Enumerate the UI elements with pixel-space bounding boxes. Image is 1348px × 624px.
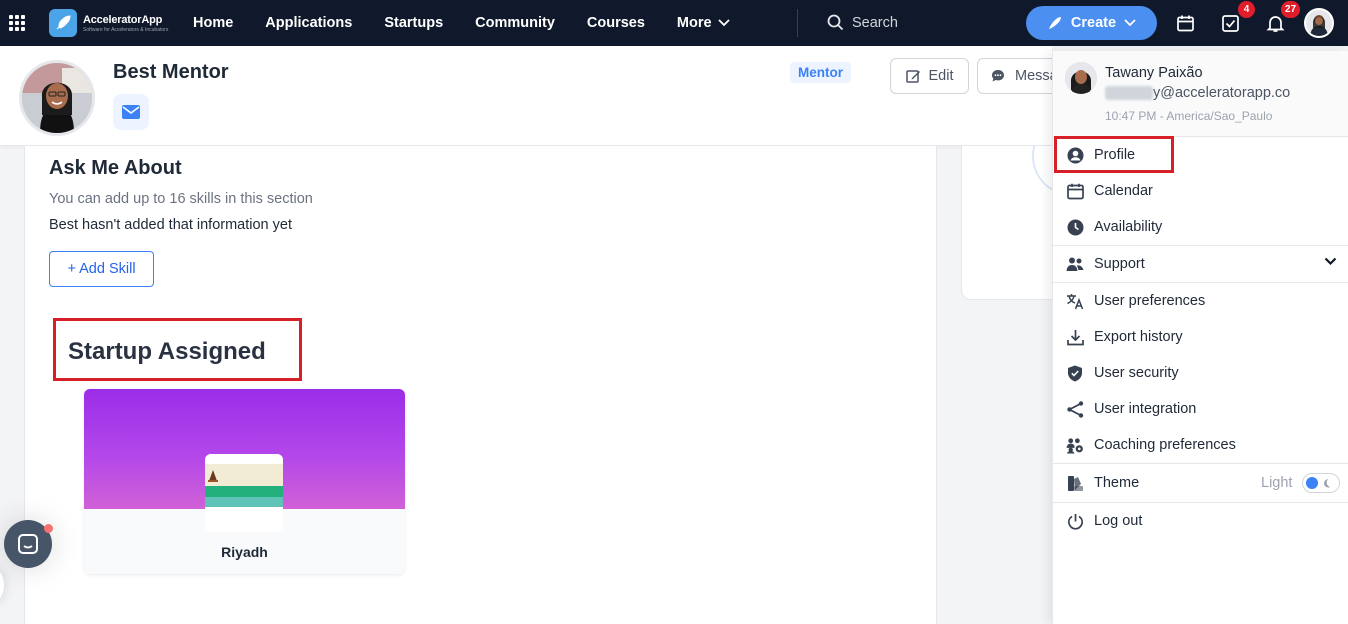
menu-item-label: Export history xyxy=(1094,329,1183,345)
email-button[interactable] xyxy=(113,94,149,130)
ask-me-about-subtitle: You can add up to 16 skills in this sect… xyxy=(49,191,313,207)
edit-icon xyxy=(905,69,920,83)
checkbox-icon xyxy=(1221,14,1239,32)
search-label: Search xyxy=(852,14,898,31)
nav-links: Home Applications Startups Community Cou… xyxy=(193,0,762,46)
dropdown-email-suffix: y@acceleratorapp.co xyxy=(1153,85,1291,101)
chat-unread-dot xyxy=(44,524,53,533)
download-icon xyxy=(1066,328,1084,346)
menu-item-user-integration[interactable]: User integration xyxy=(1053,391,1348,427)
tasks-badge: 4 xyxy=(1238,1,1255,18)
rocket-icon xyxy=(1048,17,1061,29)
edit-label: Edit xyxy=(928,68,954,84)
side-card xyxy=(961,146,1061,300)
menu-item-label: Theme xyxy=(1094,475,1140,491)
profile-highlight xyxy=(1054,136,1174,173)
rocket-logo-icon xyxy=(49,9,77,37)
calendar-nav-button[interactable] xyxy=(1174,12,1196,34)
calendar-icon xyxy=(1176,15,1194,31)
palette-icon xyxy=(1066,474,1084,492)
theme-value: Light xyxy=(1261,475,1293,491)
nav-divider xyxy=(797,9,798,37)
menu-item-label: Calendar xyxy=(1094,183,1153,199)
chevron-down-icon xyxy=(1124,19,1136,27)
chevron-down-icon xyxy=(717,19,730,27)
menu-item-user-security[interactable]: User security xyxy=(1053,355,1348,391)
bell-icon xyxy=(1265,15,1285,32)
menu-item-availability[interactable]: Availability xyxy=(1053,209,1348,245)
profile-avatar xyxy=(19,60,95,136)
menu-item-label: User security xyxy=(1094,365,1179,381)
menu-item-user-preferences[interactable]: User preferences xyxy=(1053,283,1348,319)
startup-assigned-title: Startup Assigned xyxy=(68,338,266,365)
logo-name: AcceleratorApp xyxy=(83,13,163,26)
create-label: Create xyxy=(1070,15,1117,31)
menu-item-support[interactable]: Support xyxy=(1053,246,1348,282)
mail-icon xyxy=(122,105,140,119)
menu-item-logout[interactable]: Log out xyxy=(1053,503,1348,539)
search-button[interactable]: Search xyxy=(827,14,898,31)
logo-tagline: Software for Accelerators & Incubators xyxy=(83,26,169,33)
nav-community[interactable]: Community xyxy=(475,15,555,31)
dropdown-user-time: 10:47 PM - America/Sao_Paulo xyxy=(1105,109,1273,123)
add-skill-button[interactable]: + Add Skill xyxy=(49,251,154,287)
sun-icon xyxy=(1306,477,1318,489)
redacted-text xyxy=(1105,86,1153,100)
menu-item-label: Log out xyxy=(1094,513,1143,529)
menu-item-export-history[interactable]: Export history xyxy=(1053,319,1348,355)
menu-item-calendar[interactable]: Calendar xyxy=(1053,173,1348,209)
menu-item-label: Coaching preferences xyxy=(1094,437,1236,453)
apps-grid-icon[interactable] xyxy=(9,15,25,31)
edit-button[interactable]: Edit xyxy=(890,58,969,94)
translate-icon xyxy=(1066,292,1084,310)
user-avatar-button[interactable] xyxy=(1304,8,1334,38)
startup-logo xyxy=(205,454,283,532)
nav-more[interactable]: More xyxy=(677,15,730,31)
users-gear-icon xyxy=(1066,436,1084,454)
shield-check-icon xyxy=(1066,364,1084,382)
menu-item-label: User preferences xyxy=(1094,293,1206,309)
side-widget-edge[interactable] xyxy=(0,568,4,602)
menu-item-label: Availability xyxy=(1094,219,1163,235)
app-logo[interactable]: AcceleratorApp Software for Accelerators… xyxy=(49,9,168,37)
notifications-badge: 27 xyxy=(1281,1,1301,18)
nav-home[interactable]: Home xyxy=(193,15,233,31)
menu-separator xyxy=(1053,463,1348,464)
nav-more-label: More xyxy=(676,15,712,31)
tasks-nav-button[interactable] xyxy=(1219,12,1241,34)
create-button[interactable]: Create xyxy=(1026,6,1157,40)
theme-toggle[interactable] xyxy=(1302,473,1340,493)
dropdown-user-avatar xyxy=(1065,62,1097,94)
menu-item-coaching-preferences[interactable]: Coaching preferences xyxy=(1053,427,1348,463)
power-icon xyxy=(1066,512,1084,530)
ask-me-about-title: Ask Me About xyxy=(49,157,182,179)
profile-name: Best Mentor xyxy=(113,61,229,83)
startup-card[interactable]: Riyadh xyxy=(84,389,405,574)
nav-applications[interactable]: Applications xyxy=(265,15,352,31)
role-badge: Mentor xyxy=(790,62,851,83)
menu-item-label: User integration xyxy=(1094,401,1197,417)
top-navbar: AcceleratorApp Software for Accelerators… xyxy=(0,0,1348,46)
chat-icon xyxy=(18,534,38,554)
menu-item-label: Support xyxy=(1094,256,1145,272)
share-nodes-icon xyxy=(1066,400,1084,418)
chat-bubble-icon xyxy=(992,70,1004,82)
startup-name: Riyadh xyxy=(221,544,268,560)
ask-me-about-empty: Best hasn't added that information yet xyxy=(49,217,292,233)
dropdown-user-name: Tawany Paixão xyxy=(1105,65,1203,81)
nav-startups[interactable]: Startups xyxy=(384,15,443,31)
users-icon xyxy=(1066,255,1084,273)
search-icon xyxy=(827,14,844,31)
dropdown-user-email: y@acceleratorapp.co xyxy=(1105,85,1290,101)
calendar-icon xyxy=(1066,182,1084,200)
clock-icon xyxy=(1066,218,1084,236)
chevron-down-icon xyxy=(1324,257,1337,266)
profile-header: Best Mentor Mentor Edit Message xyxy=(0,46,1077,146)
nav-courses[interactable]: Courses xyxy=(587,15,645,31)
dropdown-user-info: Tawany Paixão y@acceleratorapp.co 10:47 … xyxy=(1053,51,1348,137)
user-avatar-image xyxy=(1306,10,1332,36)
moon-icon xyxy=(1324,478,1331,487)
menu-item-theme[interactable]: Theme Light xyxy=(1053,465,1348,501)
